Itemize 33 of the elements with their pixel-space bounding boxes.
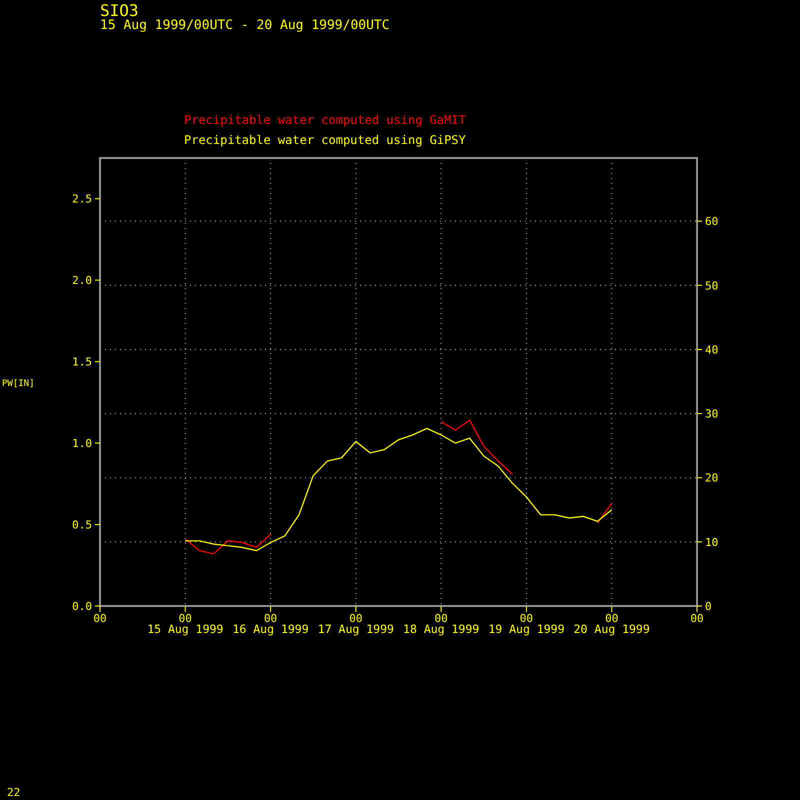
legend-label: Precipitable water computed using GaMIT [184, 113, 466, 127]
axis-tick-label: 00 [264, 612, 278, 625]
axis-tick-label: 30 [705, 408, 718, 421]
axis-tick-label: 2.0 [72, 274, 92, 288]
axis-tick-label: 00 [93, 612, 107, 625]
axis-tick-label: 0.5 [72, 518, 92, 532]
date-label: 19 Aug 1999 [488, 622, 565, 636]
axis-tick-label: 0 [705, 600, 712, 613]
axis-tick-label: 20 [705, 472, 718, 485]
axis-tick-label: 1.0 [72, 437, 92, 450]
axis-tick-label: 00 [690, 612, 704, 625]
axis-title: PW[IN] [2, 379, 35, 389]
axis-tick-label: 00 [520, 612, 534, 625]
axis-tick-label: 00 [178, 612, 192, 625]
axis-tick-label: 60 [705, 215, 718, 228]
axis-tick-label: 40 [705, 343, 718, 356]
axis-tick-label: 0.0 [72, 600, 92, 613]
axis-tick-label: 1.5 [72, 356, 92, 369]
date-label: 15 Aug 1999 [147, 622, 224, 636]
date-label: 16 Aug 1999 [232, 622, 309, 636]
axis-tick-label: 00 [349, 612, 362, 625]
legend-label: Precipitable water computed using GiPSY [184, 133, 466, 147]
axis-tick-label: 00 [605, 612, 618, 625]
period-subtitle: 15 Aug 1999/00UTC - 20 Aug 1999/00UTC [100, 19, 390, 33]
axis-tick-label: 2.5 [72, 192, 92, 206]
axis-tick-label: 00 [434, 612, 448, 625]
axis-tick-label: 10 [705, 536, 718, 549]
station-title: SIO3 [100, 2, 139, 19]
axis-tick-label: 50 [705, 279, 718, 292]
date-label: 18 Aug 1999 [403, 622, 480, 636]
page-number: 22 [6, 786, 20, 800]
date-label: 20 Aug 1999 [574, 622, 650, 636]
date-label: 17 Aug 1999 [318, 622, 394, 636]
